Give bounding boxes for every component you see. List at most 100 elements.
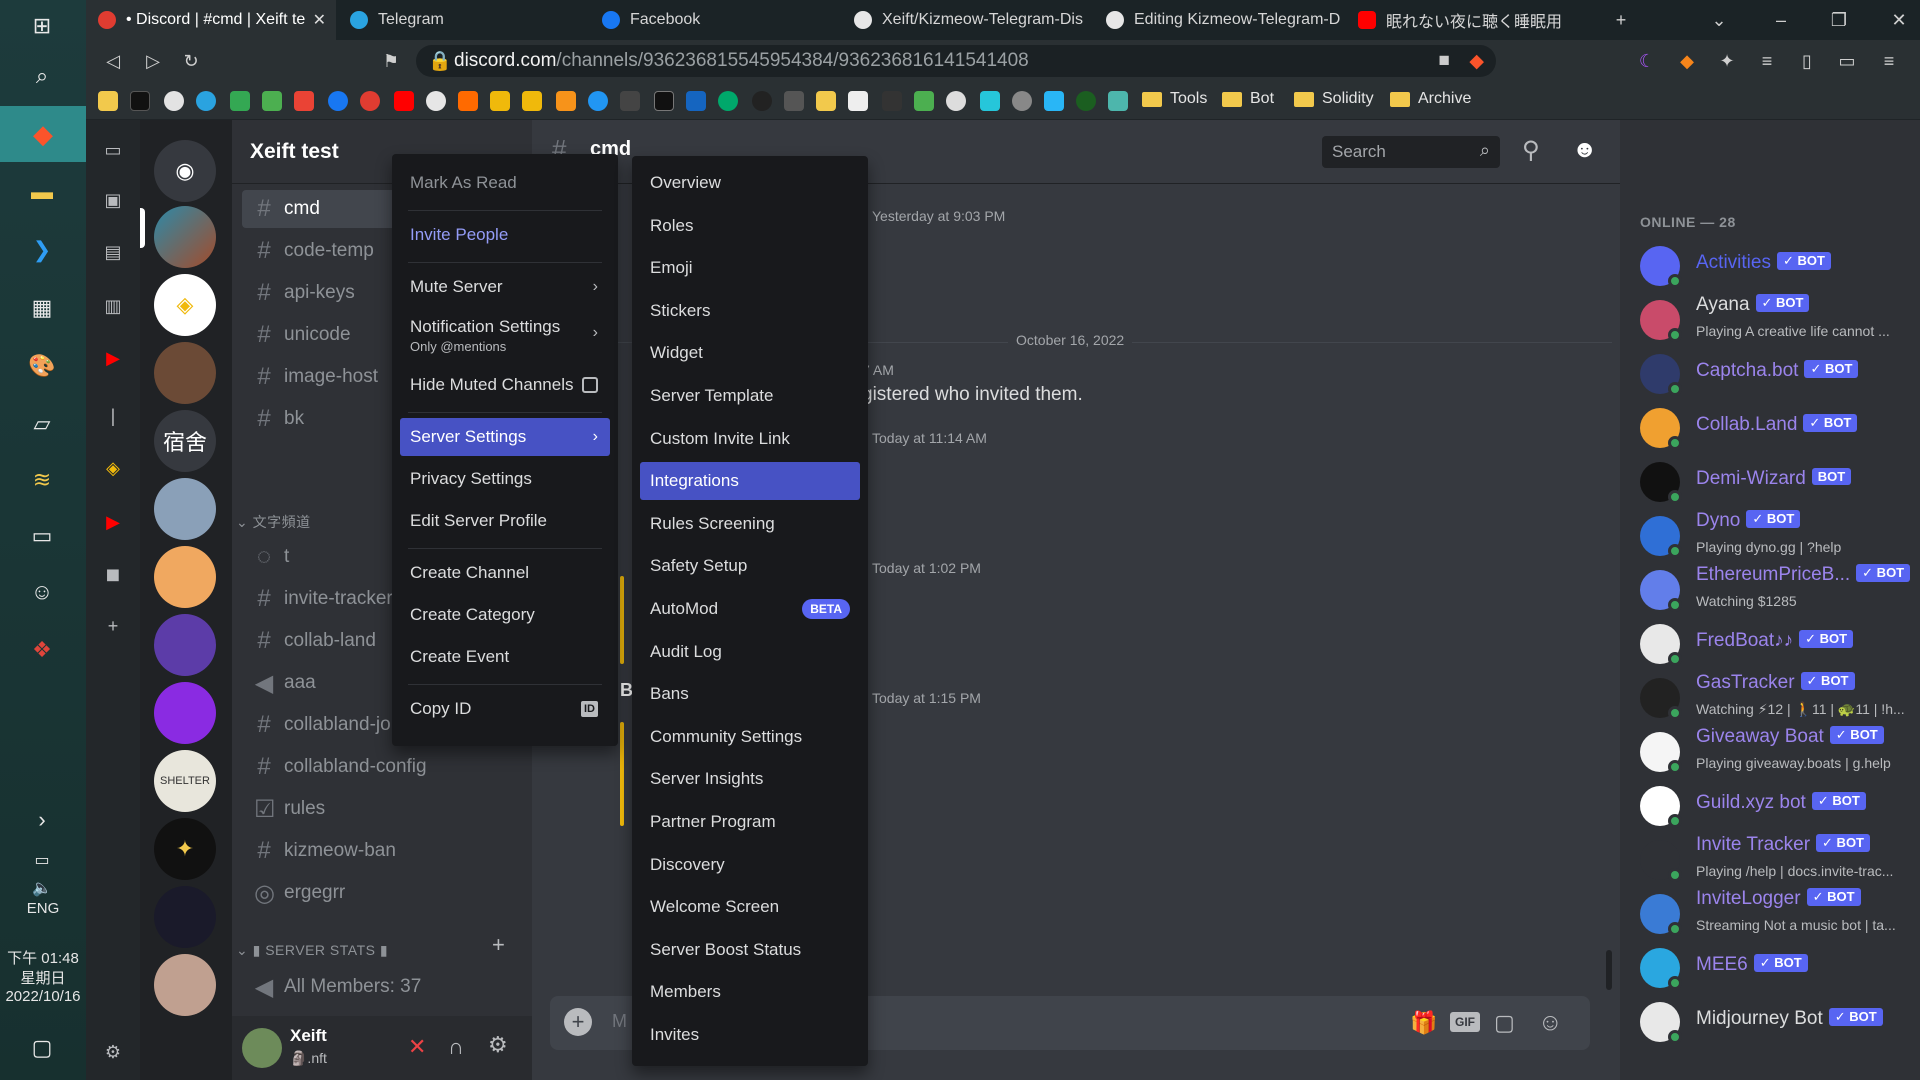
member-row[interactable]: Dyno ✓ BOT Playing dyno.gg | ?help [1640, 510, 1910, 562]
user-settings-icon[interactable]: ⚙ [488, 1032, 508, 1058]
bookmark-icon[interactable] [848, 91, 868, 111]
menu-create-event[interactable]: Create Event [400, 638, 610, 676]
maximize-icon[interactable]: ❐ [1826, 7, 1852, 33]
add-attachment-icon[interactable]: + [564, 1008, 592, 1036]
anime-app-icon[interactable]: ☺ [22, 572, 62, 612]
member-row[interactable]: Demi-Wizard BOT [1640, 458, 1910, 508]
notes-icon[interactable]: ▱ [22, 404, 62, 444]
reload-icon[interactable]: ↻ [178, 48, 204, 74]
cloud-bookmark-icon[interactable] [164, 91, 184, 111]
tab-facebook[interactable]: Facebook [590, 0, 840, 40]
app-icon[interactable]: ≋ [22, 460, 62, 500]
channel-collabland-config[interactable]: # collabland-config [242, 748, 522, 786]
menu-hide-muted-channels[interactable]: Hide Muted Channels [400, 366, 610, 404]
submenu-item-invites[interactable]: Invites [640, 1016, 860, 1054]
reading-list-icon[interactable]: ▥ [101, 296, 125, 320]
member-row[interactable]: Guild.xyz bot ✓ BOT [1640, 782, 1910, 832]
notification-icon[interactable]: ▢ [22, 1028, 62, 1068]
submenu-item-discovery[interactable]: Discovery [640, 846, 860, 884]
submenu-item-emoji[interactable]: Emoji [640, 249, 860, 287]
cube-icon[interactable]: ◼ [101, 564, 125, 588]
member-row[interactable]: GasTracker ✓ BOT Watching ⚡12 | 🚶11 | 🐢11 … [1640, 672, 1910, 724]
bookmark-icon[interactable] [914, 91, 934, 111]
bookmark-icon[interactable] [686, 91, 706, 111]
gift-icon[interactable]: 🎁 [1410, 1010, 1437, 1036]
submenu-item-community-settings[interactable]: Community Settings [640, 718, 860, 756]
binance-bookmark-icon[interactable] [490, 91, 510, 111]
youtube-icon[interactable]: ▶ [101, 348, 125, 372]
new-tab-icon[interactable]: + [1608, 7, 1634, 33]
search-icon[interactable]: ⌕ [22, 56, 62, 96]
submenu-item-stickers[interactable]: Stickers [640, 292, 860, 330]
playlist-icon[interactable]: ≡ [1754, 48, 1780, 74]
submenu-item-custom-invite-link[interactable]: Custom Invite Link [640, 420, 860, 458]
tab-discord[interactable]: • Discord | #cmd | Xeift te ✕ [86, 0, 336, 40]
submenu-item-server-insights[interactable]: Server Insights [640, 760, 860, 798]
windows-start-icon[interactable]: ⊞ [22, 6, 62, 46]
bookmark-icon[interactable] [882, 91, 902, 111]
server-icon[interactable]: ◈ [154, 274, 216, 336]
pencil-bookmark-icon[interactable] [98, 91, 118, 111]
bookmark-folder-tools[interactable]: Tools [1142, 90, 1207, 108]
camera-icon[interactable]: ■ [1439, 50, 1450, 72]
menu-icon[interactable]: ≡ [1876, 48, 1902, 74]
add-channel-icon[interactable]: + [492, 932, 505, 958]
facebook-bookmark-icon[interactable] [328, 91, 348, 111]
server-icon[interactable] [154, 614, 216, 676]
back-icon[interactable]: ◁ [100, 48, 126, 74]
bookmark-icon[interactable] [1108, 91, 1128, 111]
youtube-icon[interactable]: ▶ [101, 512, 125, 536]
member-row[interactable]: Midjourney Bot ✓ BOT [1640, 998, 1910, 1048]
member-row[interactable]: InviteLogger ✓ BOT Streaming Not a music b… [1640, 888, 1910, 940]
telegram-bookmark-icon[interactable] [196, 91, 216, 111]
gmail-bookmark-icon[interactable] [294, 91, 314, 111]
member-row[interactable]: Captcha.bot ✓ BOT [1640, 350, 1910, 400]
close-tab-icon[interactable]: ✕ [313, 10, 326, 30]
bookmark-folder-solidity[interactable]: Solidity [1294, 90, 1374, 108]
scrollbar-thumb[interactable] [1606, 950, 1612, 990]
metamask-icon[interactable]: ◆ [1674, 48, 1700, 74]
address-bar[interactable]: 🔒 discord.com/channels/93623681554595438… [416, 45, 1496, 77]
wallet-icon[interactable]: ▣ [101, 190, 125, 214]
bookmark-folder-bot[interactable]: Bot [1222, 90, 1274, 108]
drive-bookmark-icon[interactable] [230, 91, 250, 111]
submenu-item-welcome-screen[interactable]: Welcome Screen [640, 888, 860, 926]
tab-youtube[interactable]: 眠れない夜に聴く睡眠用 [1346, 0, 1596, 40]
member-row[interactable]: Giveaway Boat ✓ BOT Playing giveaway.boats… [1640, 726, 1910, 778]
headphones-icon[interactable]: ∩ [448, 1034, 464, 1060]
server-icon[interactable] [154, 682, 216, 744]
file-explorer-icon[interactable]: ▬ [22, 172, 62, 212]
server-icon[interactable] [154, 342, 216, 404]
member-row[interactable]: EthereumPriceB... ✓ BOT Watching $1285 [1640, 564, 1911, 616]
minimize-icon[interactable]: – [1768, 7, 1794, 33]
server-icon[interactable] [154, 546, 216, 608]
youtube-bookmark-icon[interactable] [394, 91, 414, 111]
server-icon[interactable] [154, 886, 216, 948]
discord-bookmark-icon[interactable] [360, 91, 380, 111]
server-icon[interactable] [154, 206, 216, 268]
bookmark-icon[interactable] [620, 91, 640, 111]
avatar[interactable] [242, 1028, 282, 1068]
tradingview-bookmark-icon[interactable] [654, 91, 674, 111]
sidebar-toggle-icon[interactable]: ▯ [1794, 48, 1820, 74]
medium-bookmark-icon[interactable] [130, 91, 150, 111]
extensions-icon[interactable]: ✦ [1714, 48, 1740, 74]
bookmark-icon[interactable] [1044, 91, 1064, 111]
search-input[interactable]: Search ⌕ [1322, 136, 1500, 168]
brave-browser-icon[interactable]: ◆ [0, 106, 86, 162]
menu-create-category[interactable]: Create Category [400, 596, 610, 634]
discord-home-icon[interactable]: ◉ [154, 140, 216, 202]
close-window-icon[interactable]: ✕ [1886, 7, 1912, 33]
pin-icon[interactable]: ⚲ [1522, 136, 1540, 165]
tab-list-chevron-icon[interactable]: ⌄ [1706, 7, 1732, 33]
bookmark-icon[interactable] [980, 91, 1000, 111]
emoji-icon[interactable]: ☺ [1538, 1009, 1563, 1037]
menu-edit-server-profile[interactable]: Edit Server Profile [400, 502, 610, 540]
bookmark-icon[interactable] [1076, 91, 1096, 111]
submenu-item-automod[interactable]: AutoMod BETA [640, 590, 860, 628]
submenu-item-roles[interactable]: Roles [640, 207, 860, 245]
server-icon[interactable]: SHELTER [154, 750, 216, 812]
bookmark-icon[interactable] [588, 91, 608, 111]
server-icon[interactable] [154, 478, 216, 540]
member-row[interactable]: Activities ✓ BOT [1640, 242, 1910, 292]
